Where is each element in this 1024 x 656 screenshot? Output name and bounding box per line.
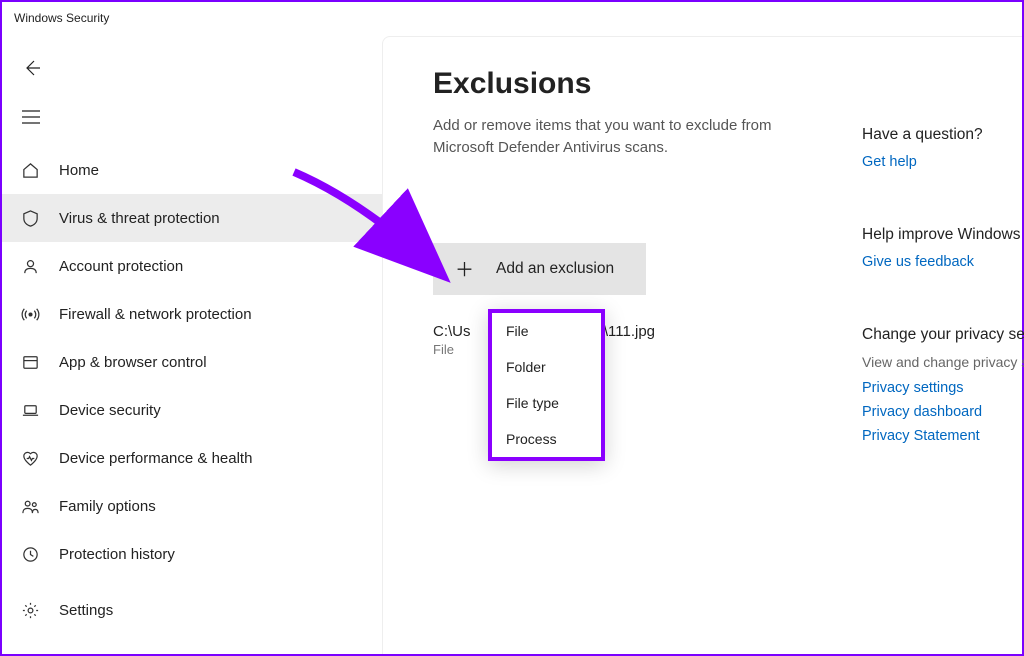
history-icon	[20, 544, 40, 564]
get-help-link[interactable]: Get help	[862, 154, 1022, 170]
sidebar-item-label: Account protection	[59, 258, 183, 275]
rail-heading: Have a question?	[862, 126, 1022, 144]
page-description: Add or remove items that you want to exc…	[433, 115, 793, 159]
sidebar-item-history[interactable]: Protection history	[2, 530, 382, 578]
titlebar: Windows Security	[2, 2, 1022, 34]
sidebar-item-firewall[interactable]: Firewall & network protection	[2, 290, 382, 338]
dropdown-item-process[interactable]: Process	[492, 421, 601, 457]
sidebar-item-label: Home	[59, 162, 99, 179]
right-rail: Have a question? Get help Help improve W…	[862, 126, 1022, 500]
rail-text: View and change privacy settings for you…	[862, 354, 1022, 370]
add-exclusion-button[interactable]: ＋ Add an exclusion	[433, 243, 646, 295]
sidebar-item-label: Device security	[59, 402, 161, 419]
sidebar-item-label: Protection history	[59, 546, 175, 563]
rail-heading: Change your privacy settings	[862, 326, 1022, 344]
menu-button[interactable]	[22, 110, 40, 129]
privacy-dashboard-link[interactable]: Privacy dashboard	[862, 404, 1022, 420]
sidebar-item-label: Family options	[59, 498, 156, 515]
home-icon	[20, 160, 40, 180]
sidebar-item-virus-threat[interactable]: Virus & threat protection	[2, 194, 382, 242]
plus-icon: ＋	[455, 255, 474, 282]
dropdown-item-folder[interactable]: Folder	[492, 349, 601, 385]
sidebar-item-performance[interactable]: Device performance & health	[2, 434, 382, 482]
shield-icon	[20, 208, 40, 228]
sidebar-item-label: Settings	[59, 602, 113, 619]
add-exclusion-label: Add an exclusion	[496, 260, 614, 278]
sidebar-item-label: Virus & threat protection	[59, 210, 220, 227]
rail-question: Have a question? Get help	[862, 126, 1022, 170]
antenna-icon	[20, 304, 40, 324]
dropdown-item-file[interactable]: File	[492, 313, 601, 349]
privacy-settings-link[interactable]: Privacy settings	[862, 380, 1022, 396]
back-button[interactable]	[22, 58, 42, 83]
dropdown-item-filetype[interactable]: File type	[492, 385, 601, 421]
hamburger-icon	[22, 110, 40, 124]
page-title: Exclusions	[433, 67, 1022, 101]
sidebar-item-label: Device performance & health	[59, 450, 252, 467]
back-arrow-icon	[22, 58, 42, 78]
gear-icon	[20, 600, 40, 620]
window-title: Windows Security	[14, 11, 109, 25]
sidebar: Home Virus & threat protection Account p…	[2, 146, 382, 578]
sidebar-item-family[interactable]: Family options	[2, 482, 382, 530]
rail-heading: Help improve Windows Security	[862, 226, 1022, 244]
sidebar-item-device-security[interactable]: Device security	[2, 386, 382, 434]
sidebar-item-app-browser[interactable]: App & browser control	[2, 338, 382, 386]
window-icon	[20, 352, 40, 372]
sidebar-item-home[interactable]: Home	[2, 146, 382, 194]
laptop-icon	[20, 400, 40, 420]
rail-improve: Help improve Windows Security Give us fe…	[862, 226, 1022, 270]
rail-privacy: Change your privacy settings View and ch…	[862, 326, 1022, 444]
people-icon	[20, 496, 40, 516]
sidebar-item-account[interactable]: Account protection	[2, 242, 382, 290]
sidebar-item-settings[interactable]: Settings	[2, 586, 382, 634]
add-exclusion-dropdown: File Folder File type Process	[488, 309, 605, 461]
sidebar-item-label: App & browser control	[59, 354, 207, 371]
sidebar-item-label: Firewall & network protection	[59, 306, 252, 323]
feedback-link[interactable]: Give us feedback	[862, 254, 1022, 270]
person-icon	[20, 256, 40, 276]
heart-icon	[20, 448, 40, 468]
privacy-statement-link[interactable]: Privacy Statement	[862, 428, 1022, 444]
